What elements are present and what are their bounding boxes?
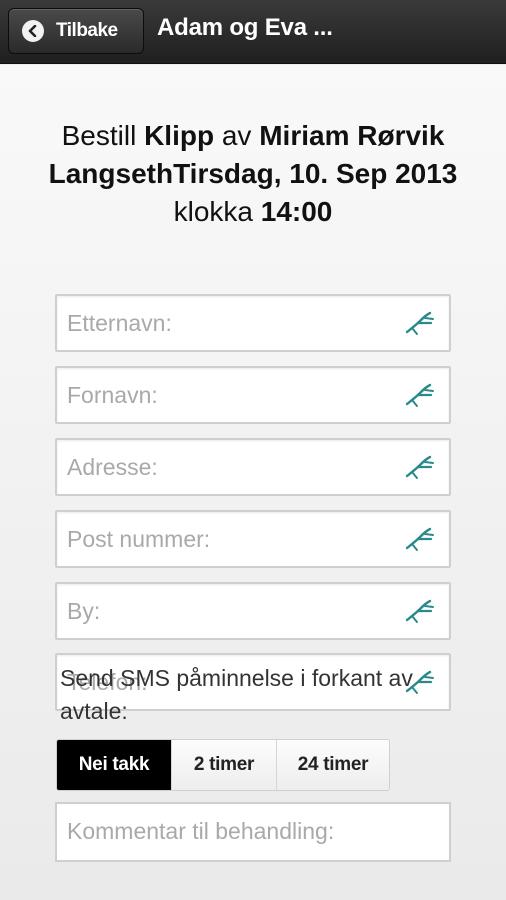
booking-time: 14:00 (260, 196, 333, 227)
booking-summary: Bestill Klipp av Miriam Rørvik LangsethT… (0, 117, 506, 231)
city-input[interactable] (67, 584, 387, 638)
comment-input[interactable] (67, 818, 437, 858)
booking-time-prefix: klokka (173, 196, 261, 227)
arrow-pen-icon (403, 526, 437, 552)
firstname-input[interactable] (67, 368, 387, 422)
address-input[interactable] (67, 440, 387, 494)
sms-option-24-timer[interactable]: 24 timer (277, 740, 389, 790)
back-button-label: Tilbake (56, 20, 118, 41)
top-bar: Tilbake Adam og Eva ... (0, 0, 506, 64)
comment-field[interactable] (55, 802, 451, 862)
back-button[interactable]: Tilbake (8, 8, 144, 54)
arrow-pen-icon (403, 598, 437, 624)
arrow-pen-icon (403, 310, 437, 336)
arrow-pen-icon (403, 382, 437, 408)
booking-by: av (214, 120, 260, 151)
page-title: Adam og Eva ... (157, 14, 333, 41)
arrow-pen-icon (403, 454, 437, 480)
booking-service: Klipp (144, 120, 215, 151)
postcode-input[interactable] (67, 512, 387, 566)
chevron-left-icon (22, 20, 44, 42)
postcode-field[interactable] (55, 510, 451, 568)
sms-reminder-selector: Nei takk 2 timer 24 timer (56, 739, 390, 791)
sms-option-nei-takk[interactable]: Nei takk (57, 740, 172, 790)
lastname-input[interactable] (67, 296, 387, 350)
lastname-field[interactable] (55, 294, 451, 352)
firstname-field[interactable] (55, 366, 451, 424)
address-field[interactable] (55, 438, 451, 496)
booking-prefix: Bestill (61, 120, 145, 151)
sms-reminder-label: Send SMS påminnelse i forkant av avtale: (60, 665, 413, 724)
sms-option-2-timer[interactable]: 2 timer (172, 740, 277, 790)
city-field[interactable] (55, 582, 451, 640)
